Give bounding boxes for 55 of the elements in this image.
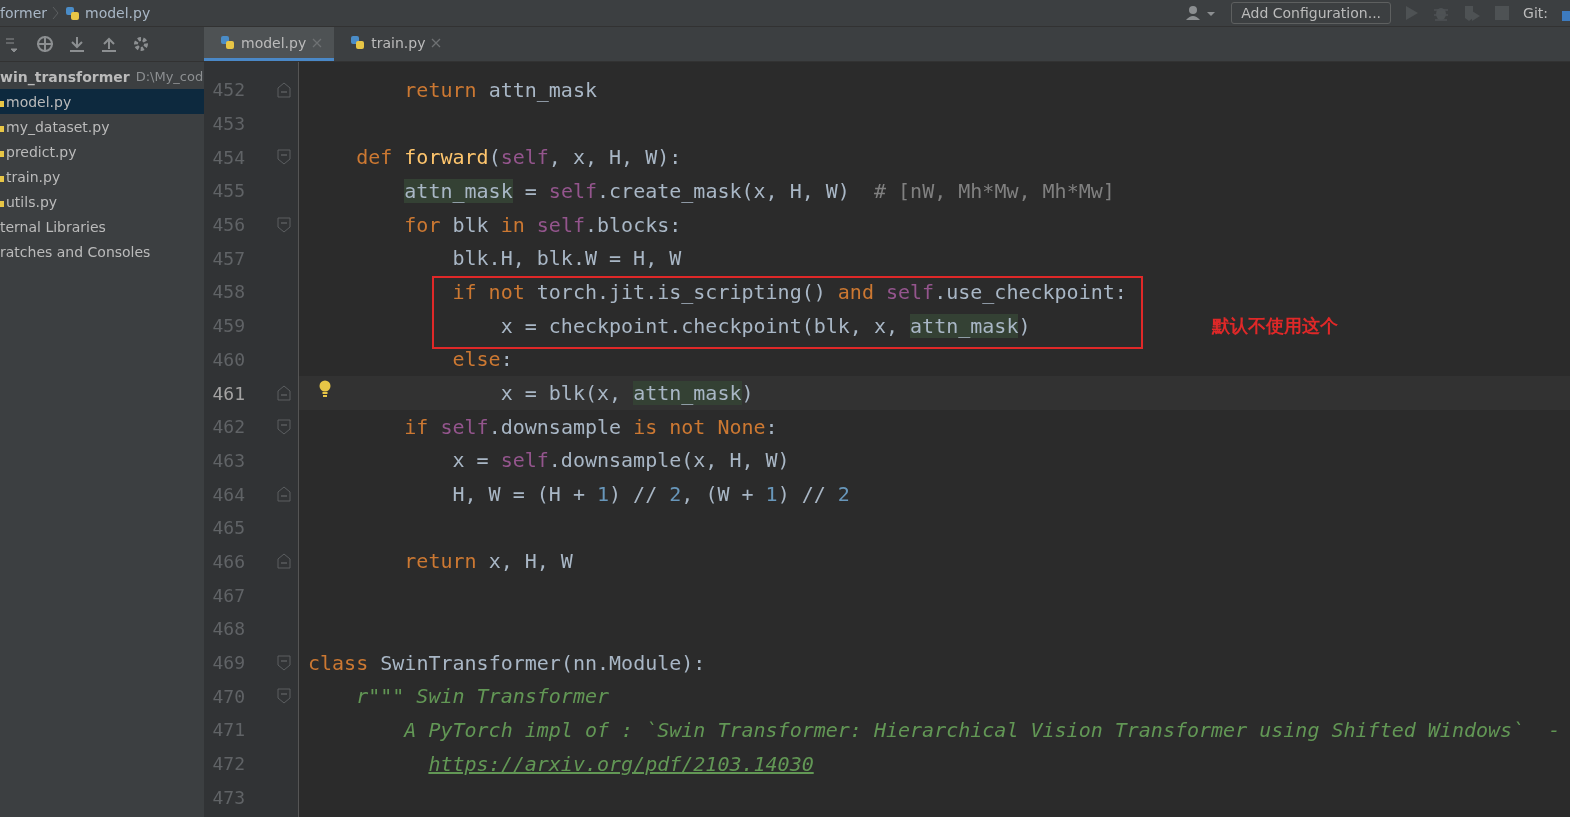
run-configuration-dropdown[interactable]: Add Configuration... (1231, 2, 1392, 24)
python-file-icon (350, 35, 366, 50)
fold-icon[interactable] (277, 216, 291, 233)
expand-all-icon[interactable] (68, 35, 86, 53)
project-path: D:\My_cod (135, 69, 204, 84)
code-line: x = self.downsample(x, H, W) (452, 448, 790, 473)
code-line: if self.downsample is not None: (404, 414, 778, 439)
line-number: 461 (211, 382, 245, 404)
user-icon[interactable] (1185, 5, 1218, 21)
fold-icon[interactable] (277, 81, 291, 98)
fold-icon[interactable] (277, 149, 291, 166)
close-icon[interactable] (431, 37, 442, 48)
python-file-icon (220, 35, 235, 50)
project-tree-item[interactable]: train.py (0, 164, 204, 189)
code-line: return attn_mask (404, 77, 597, 102)
collapse-all-icon[interactable] (100, 35, 118, 53)
crosshair-icon[interactable] (36, 35, 54, 53)
lightbulb-icon[interactable] (319, 380, 331, 399)
editor-tab[interactable]: model.py (204, 27, 335, 61)
code-line: A PyTorch impl of : `Swin Transformer: Hierarchical Vision Transformer using Shifted Windows` - (404, 717, 1561, 742)
code-line: H, W = (H + 1) // 2, (W + 1) // 2 (452, 482, 850, 507)
python-file-icon (65, 5, 80, 21)
fold-icon[interactable] (277, 418, 291, 435)
code-line: r""" Swin Transformer (356, 684, 610, 709)
code-line: blk.H, blk.W = H, W (452, 246, 682, 271)
breadcrumb-item[interactable]: model.py (85, 5, 151, 21)
project-tree-item[interactable]: my_dataset.py (0, 114, 204, 139)
vcs-label: Git: (1523, 5, 1548, 21)
fold-icon[interactable] (277, 654, 291, 671)
chevron-icon (52, 6, 60, 20)
project-tree-item[interactable]: predict.py (0, 139, 204, 164)
settings-icon[interactable] (132, 35, 150, 53)
code-line: for blk in self.blocks: (404, 212, 682, 237)
code-line: def forward(self, x, H, W): (356, 145, 682, 170)
breadcrumb-item[interactable]: former (0, 5, 47, 21)
fold-icon[interactable] (277, 385, 291, 402)
fold-icon[interactable] (277, 486, 291, 503)
code-line: return x, H, W (404, 549, 573, 574)
close-icon[interactable] (312, 37, 323, 48)
project-tree-item[interactable]: utils.py (0, 189, 204, 214)
code-line: class SwinTransformer(nn.Module): (308, 650, 706, 675)
code-line: attn_mask = self.create_mask(x, H, W) # [nW, Mh*Mw, Mh*Mw] (404, 178, 1115, 203)
code-line: x = blk(x, attn_mask) (500, 381, 754, 406)
project-tree-item[interactable]: ratches and Consoles (0, 239, 204, 264)
url-link[interactable]: https://arxiv.org/pdf/2103.14030 (428, 751, 814, 776)
editor-tab[interactable]: train.py (334, 27, 454, 61)
project-root-name[interactable]: win_transformer (0, 68, 130, 85)
code-line: if not torch.jit.is_scripting() and self.use_checkpoint: (452, 279, 1127, 304)
fold-icon[interactable] (277, 553, 291, 570)
annotation-note: 默认不使用这个 (1212, 313, 1339, 338)
project-tree-item[interactable]: model.py (0, 89, 204, 114)
code-line: else: (452, 347, 513, 372)
project-tree-item[interactable]: ternal Libraries (0, 214, 204, 239)
code-line: x = checkpoint.checkpoint(blk, x, attn_mask) (500, 313, 1031, 338)
fold-icon[interactable] (277, 688, 291, 705)
